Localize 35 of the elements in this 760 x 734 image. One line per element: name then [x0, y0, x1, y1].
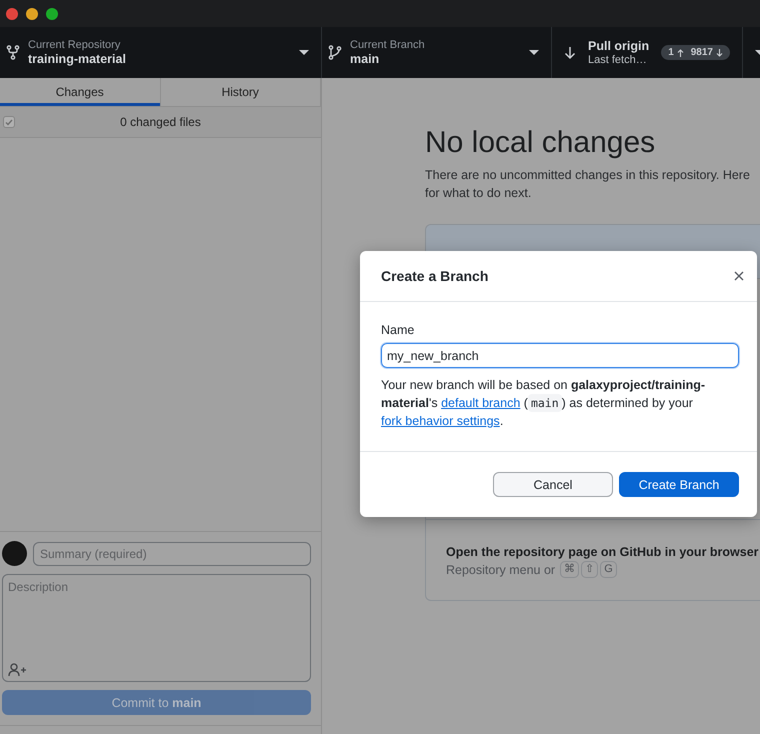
keyboard-key: ⌘ — [560, 561, 580, 578]
create-branch-button[interactable]: Create Branch — [619, 472, 739, 497]
branch-info-text: Your new branch will be based on galaxyproject/training-material's default branch ( main ) as determined by your fork behavior settings. — [381, 377, 706, 430]
changed-files-count: 0 changed files — [119, 115, 202, 129]
caret-icon — [529, 50, 539, 55]
link[interactable]: fork behavior settings — [381, 414, 500, 428]
field-label: Name — [381, 323, 416, 337]
repository-fork-icon — [6, 45, 20, 60]
cancel-button[interactable]: Cancel — [493, 472, 613, 497]
close-icon — [734, 271, 744, 281]
suggestion-hint: Repository menu or — [446, 562, 556, 576]
keyboard-key: G — [600, 561, 618, 578]
select-all-checkbox[interactable] — [3, 116, 15, 128]
branch-icon — [328, 45, 342, 60]
suggestion-title: Open the repository page on GitHub in your browser — [446, 545, 760, 559]
tab[interactable]: Changes — [0, 78, 160, 106]
avatar — [2, 541, 27, 566]
caret-icon — [299, 50, 309, 55]
down-arrow-icon — [564, 46, 576, 60]
keyboard-key: ⇧ — [581, 561, 598, 578]
caret-icon — [755, 50, 760, 55]
dialog-title: Create a Branch — [381, 268, 488, 284]
description-text: There are no uncommitted changes in this repository. Here for what to do next. — [425, 167, 751, 202]
ahead-behind-badge: 1 9817 — [661, 45, 730, 60]
branch-name-field[interactable]: my_new_branch — [381, 343, 739, 368]
add-person-icon[interactable] — [8, 663, 26, 677]
link[interactable]: default branch — [441, 396, 520, 410]
down-arrow-icon — [716, 48, 723, 56]
heading: No local changes — [425, 125, 656, 161]
up-arrow-icon — [676, 48, 684, 56]
zoom-window-button[interactable] — [46, 8, 58, 20]
tab[interactable]: History — [160, 78, 321, 106]
minimize-window-button[interactable] — [26, 8, 38, 20]
close-window-button[interactable] — [6, 8, 18, 20]
checkmark-icon — [5, 118, 13, 126]
